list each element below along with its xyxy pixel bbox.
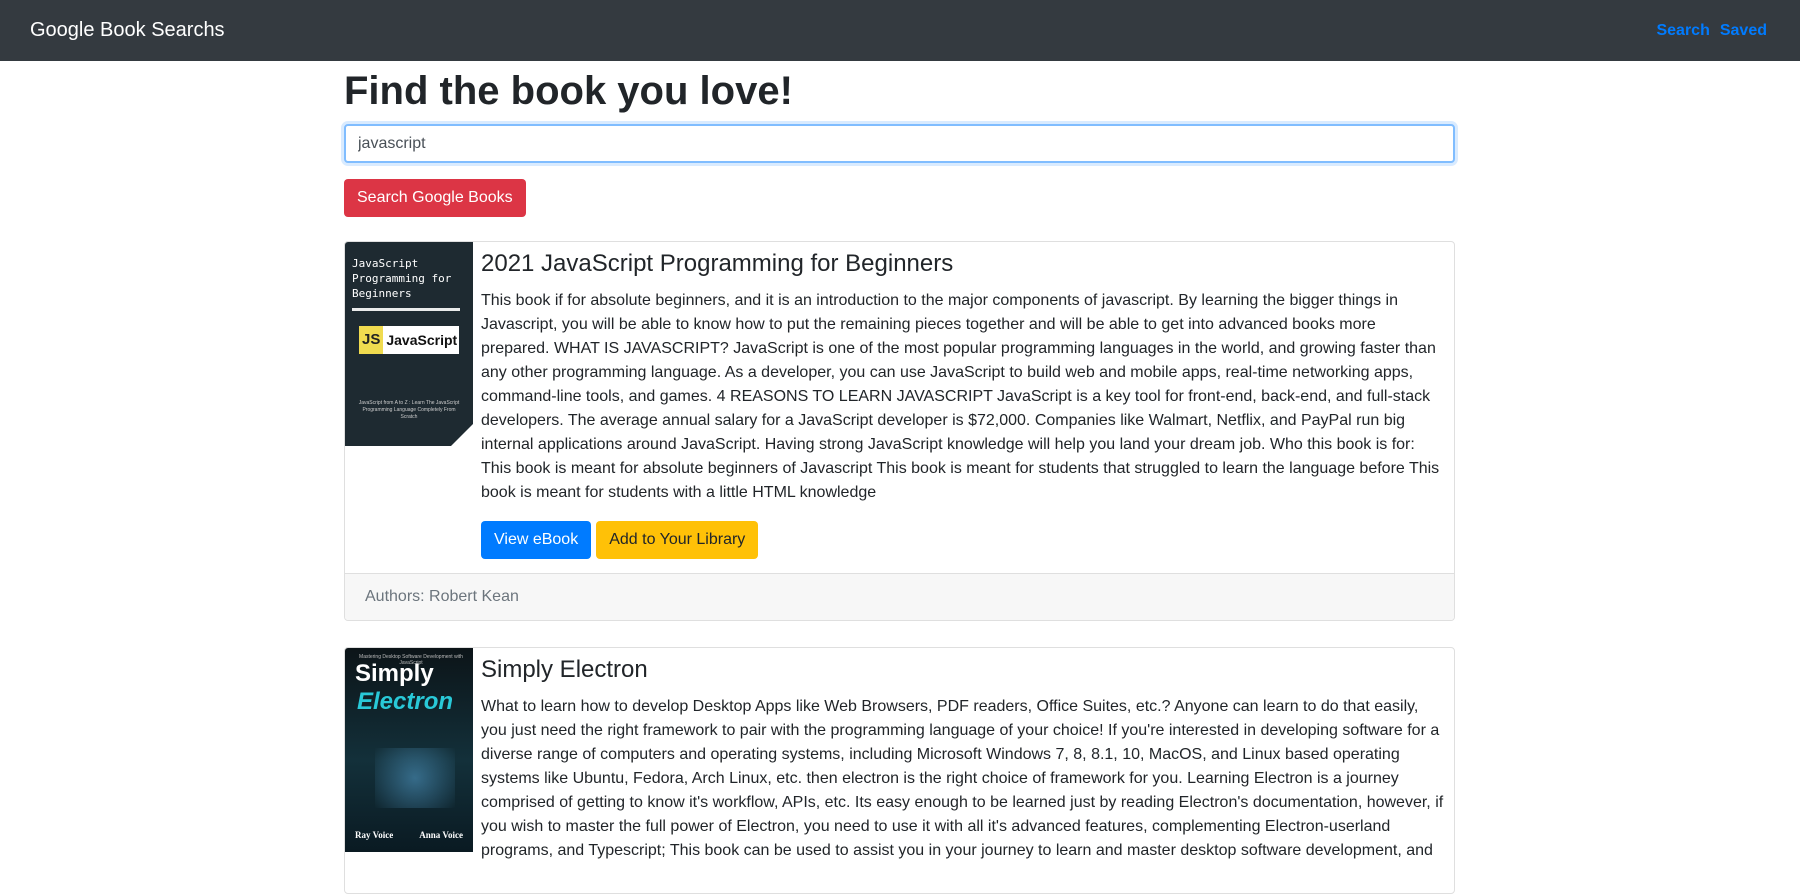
cover-title-line2: Electron xyxy=(357,687,454,715)
book-card: Mastering Desktop Software Development w… xyxy=(344,646,1455,894)
cover-authors: Ray Voice Anna Voice xyxy=(355,830,463,840)
cover-subtitle: JavaScript from A to Z : Learn The JavaS… xyxy=(358,400,460,420)
book-card: JavaScript Programming for Beginners JS … xyxy=(344,241,1455,621)
book-title: Simply Electron xyxy=(481,655,648,683)
book-authors: Authors: Robert Kean xyxy=(345,572,1454,620)
page-curl-icon xyxy=(451,424,473,446)
add-to-library-button[interactable]: Add to Your Library xyxy=(596,520,759,559)
card-body: Simply Electron What to learn how to dev… xyxy=(473,648,1454,893)
cover-light-glow xyxy=(375,747,455,808)
search-google-books-button[interactable]: Search Google Books xyxy=(344,179,526,217)
nav-link-search[interactable]: Search xyxy=(1656,22,1709,40)
book-description: What to learn how to develop Desktop App… xyxy=(481,697,1444,859)
nav-link-saved[interactable]: Saved xyxy=(1720,22,1767,40)
cover-author-right: Anna Voice xyxy=(419,829,463,840)
view-ebook-button[interactable]: View eBook xyxy=(481,520,592,559)
book-cover-image: JavaScript Programming for Beginners JS … xyxy=(345,242,473,446)
card-body: 2021 JavaScript Programming for Beginner… xyxy=(473,242,1454,573)
brand-title[interactable]: Google Book Searchs xyxy=(30,19,225,42)
cover-brush-stroke xyxy=(352,308,460,311)
javascript-logo: JS JavaScript xyxy=(359,326,459,354)
main-content: Find the book you love! Search Google Bo… xyxy=(344,61,1455,894)
cover-logo-badge: JS xyxy=(359,326,384,354)
nav-links: Search Saved xyxy=(1656,22,1770,40)
navbar: Google Book Searchs Search Saved xyxy=(0,0,1800,61)
search-input[interactable] xyxy=(344,124,1455,163)
book-title: 2021 JavaScript Programming for Beginner… xyxy=(481,250,954,277)
cover-logo-text: JavaScript xyxy=(386,332,458,348)
cover-title-line1: Simply xyxy=(355,659,434,687)
cover-author-left: Ray Voice xyxy=(355,829,394,840)
book-description: This book if for absolute beginners, and… xyxy=(481,291,1440,501)
book-cover-image: Mastering Desktop Software Development w… xyxy=(345,647,473,852)
cover-title: JavaScript Programming for Beginners xyxy=(352,257,452,300)
page-title: Find the book you love! xyxy=(344,69,793,113)
